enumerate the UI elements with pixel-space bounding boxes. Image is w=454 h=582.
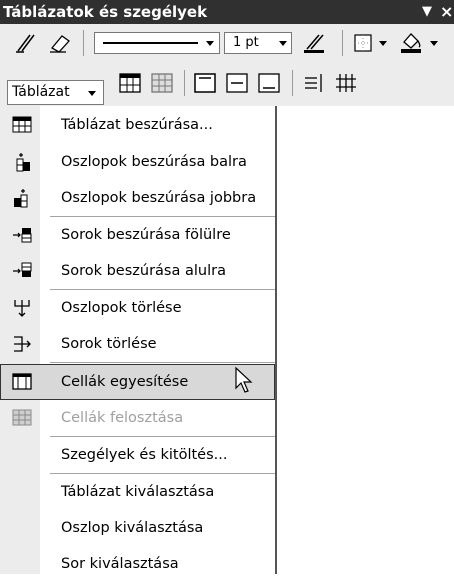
line-style-preview	[103, 42, 198, 44]
menu-item-label: Sorok törlése	[61, 336, 157, 352]
menu-item-label: Sorok beszúrása alulra	[61, 263, 226, 279]
chevron-down-icon	[279, 41, 287, 46]
menu-item-select-row[interactable]: Sor kiválasztása	[0, 546, 275, 582]
menu-item-select-column[interactable]: Oszlop kiválasztása	[0, 510, 275, 546]
menu-item-label: Sorok beszúrása fölülre	[61, 227, 231, 243]
menu-item-borders-and-shading[interactable]: Szegélyek és kitöltés...	[0, 437, 275, 473]
menu-separator	[50, 362, 275, 363]
table-menu: Táblázat beszúrása... Oszlopok beszúrása…	[0, 106, 277, 574]
menu-item-delete-rows[interactable]: Sorok törlése	[0, 326, 275, 362]
menu-item-label: Szegélyek és kitöltés...	[61, 447, 228, 463]
menu-item-label: Sor kiválasztása	[61, 556, 179, 572]
split-cells-icon	[12, 409, 32, 426]
chevron-down-icon	[206, 41, 214, 46]
align-bottom-icon[interactable]	[257, 72, 281, 94]
menu-item-label: Táblázat kiválasztása	[61, 484, 215, 500]
toolbar-separator	[292, 70, 293, 96]
distribute-rows-icon[interactable]	[302, 72, 326, 94]
eraser-icon[interactable]	[48, 32, 72, 54]
border-color-icon[interactable]	[302, 32, 328, 54]
toolbar-options-button[interactable]: ▼	[422, 0, 432, 24]
shading-dropdown-arrow[interactable]	[430, 41, 438, 46]
menu-item-delete-columns[interactable]: Oszlopok törlése	[0, 290, 275, 326]
insert-table-icon	[12, 116, 32, 133]
menu-item-label: Oszlopok beszúrása jobbra	[61, 190, 257, 206]
toolbar-separator	[184, 70, 185, 96]
pencil-icon[interactable]	[14, 32, 38, 54]
toolbar-titlebar[interactable]: Táblázatok és szegélyek ▼ ×	[0, 0, 454, 24]
menu-item-label: Oszlopok beszúrása balra	[61, 154, 247, 170]
toolbar-separator	[83, 30, 84, 56]
menu-item-split-cells: Cellák felosztása	[0, 400, 275, 436]
merge-cells-icon	[12, 373, 32, 390]
menu-item-insert-columns-left[interactable]: Oszlopok beszúrása balra	[0, 144, 275, 180]
shading-color-icon[interactable]	[398, 30, 424, 54]
menu-item-label: Oszlop kiválasztása	[61, 520, 204, 536]
menu-item-select-table[interactable]: Táblázat kiválasztása	[0, 474, 275, 510]
insert-rows-above-icon	[13, 228, 32, 243]
menu-item-insert-rows-above[interactable]: Sorok beszúrása fölülre	[0, 217, 275, 253]
insert-columns-right-icon	[14, 189, 28, 208]
borders-dropdown-arrow[interactable]	[379, 41, 387, 46]
chevron-down-icon	[88, 91, 96, 96]
menu-item-insert-rows-below[interactable]: Sorok beszúrása alulra	[0, 253, 275, 289]
line-weight-value: 1 pt	[233, 35, 259, 50]
menu-item-label: Oszlopok törlése	[61, 300, 182, 316]
distribute-columns-icon[interactable]	[334, 72, 358, 94]
table-menu-label: Táblázat	[12, 84, 70, 100]
insert-rows-below-icon	[13, 262, 32, 277]
toolbar-separator	[342, 30, 343, 56]
insert-table-icon[interactable]	[118, 72, 142, 94]
split-cells-icon[interactable]	[150, 72, 174, 94]
mouse-cursor-icon	[235, 366, 253, 393]
insert-columns-left-icon	[16, 153, 30, 172]
toolbar-close-button[interactable]: ×	[440, 0, 453, 24]
align-center-icon[interactable]	[225, 72, 249, 94]
menu-item-label: Cellák felosztása	[61, 410, 184, 426]
borders-icon[interactable]	[353, 33, 373, 53]
toolbar-title: Táblázatok és szegélyek	[3, 3, 208, 21]
toolbar-row-1: 1 pt	[0, 24, 454, 62]
align-top-icon[interactable]	[193, 72, 217, 94]
line-weight-dropdown[interactable]: 1 pt	[224, 32, 292, 54]
table-menu-button[interactable]: Táblázat	[7, 80, 104, 105]
delete-columns-icon	[14, 300, 30, 317]
delete-rows-icon	[14, 336, 31, 352]
line-style-dropdown[interactable]	[94, 32, 220, 54]
menu-item-insert-table[interactable]: Táblázat beszúrása...	[0, 107, 275, 143]
menu-item-insert-columns-right[interactable]: Oszlopok beszúrása jobbra	[0, 180, 275, 216]
menu-item-label: Táblázat beszúrása...	[61, 117, 213, 133]
menu-item-label: Cellák egyesítése	[61, 374, 189, 390]
